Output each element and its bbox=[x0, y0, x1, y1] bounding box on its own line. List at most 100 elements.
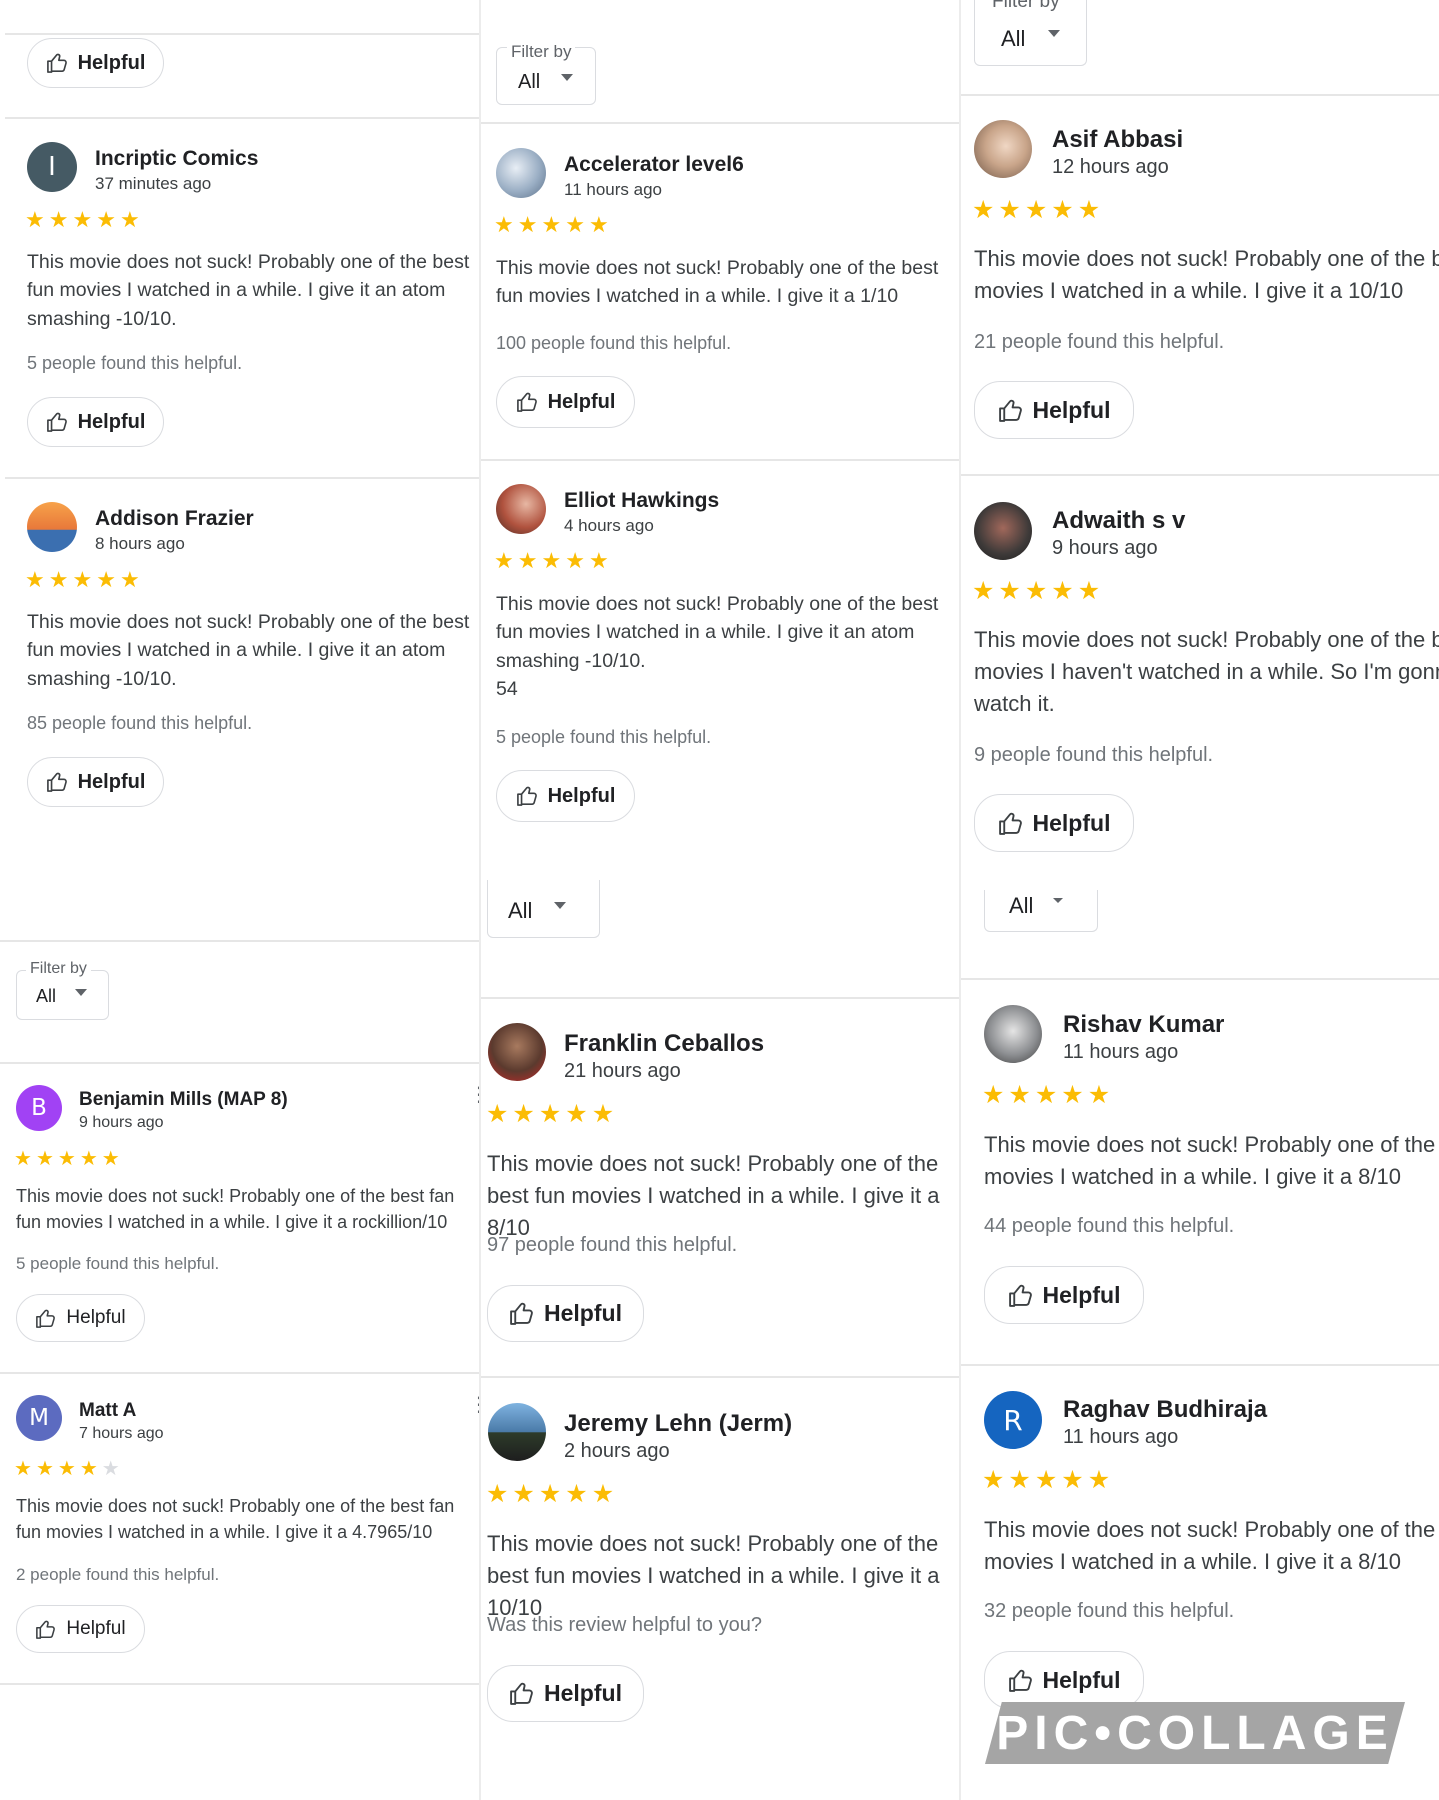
review-text: This movie does not suck! Probably one o… bbox=[27, 611, 470, 690]
star-rating: ★★★★★ bbox=[972, 576, 1105, 605]
reviewer-name: Benjamin Mills (MAP 8) bbox=[79, 1089, 288, 1110]
helpful-button[interactable]: Helpful bbox=[496, 770, 635, 822]
avatar bbox=[984, 1005, 1042, 1063]
thumbs-up-icon bbox=[998, 812, 1023, 835]
helpful-count: 21 people found this helpful. bbox=[974, 331, 1225, 353]
review-time: 8 hours ago bbox=[95, 534, 185, 553]
filter-dropdown[interactable]: All bbox=[487, 880, 600, 938]
divider bbox=[0, 1683, 480, 1685]
divider bbox=[0, 1062, 480, 1064]
reviewer-name: Asif Abbasi bbox=[1052, 126, 1184, 153]
chevron-down-icon bbox=[1053, 898, 1063, 903]
reviewer-name: Elliot Hawkings bbox=[564, 489, 720, 512]
chevron-down-icon bbox=[1048, 30, 1060, 37]
helpful-count: 5 people found this helpful. bbox=[16, 1254, 220, 1273]
review-time: 11 hours ago bbox=[564, 180, 662, 199]
collage-seam bbox=[959, 0, 961, 1800]
star-rating: ★★★★★ bbox=[25, 208, 144, 233]
review-time: 9 hours ago bbox=[1052, 537, 1158, 559]
reviewer-name: Jeremy Lehn (Jerm) bbox=[564, 1410, 793, 1437]
helpful-button[interactable]: Helpful bbox=[27, 397, 164, 447]
helpful-count: 2 people found this helpful. bbox=[16, 1565, 220, 1584]
helpful-button[interactable]: Helpful bbox=[974, 381, 1134, 439]
review-text: This movie does not suck! Probably one o… bbox=[487, 1151, 940, 1240]
star-rating: ★★★★★ bbox=[25, 568, 144, 593]
review-text: This movie does not suck! Probably one o… bbox=[984, 1132, 1436, 1189]
helpful-label: Helpful bbox=[1042, 1666, 1121, 1693]
helpful-count: 5 people found this helpful. bbox=[496, 727, 712, 747]
avatar bbox=[974, 120, 1032, 178]
review-text: This movie does not suck! Probably one o… bbox=[974, 246, 1439, 303]
review-time: 7 hours ago bbox=[79, 1425, 164, 1442]
avatar: R bbox=[984, 1391, 1042, 1449]
filter-label: Filter by bbox=[988, 0, 1064, 13]
review-text: This movie does not suck! Probably one o… bbox=[27, 251, 470, 330]
helpful-button[interactable]: Helpful bbox=[16, 1605, 145, 1653]
collage-tile-1: Helpful I Incriptic Comics 37 minutes ag… bbox=[0, 0, 480, 940]
helpful-count: 5 people found this helpful. bbox=[27, 353, 243, 373]
thumbs-up-icon bbox=[35, 1620, 56, 1639]
filter-value: All bbox=[508, 898, 533, 923]
reviewer-name: Matt A bbox=[79, 1400, 137, 1421]
review-time: 11 hours ago bbox=[1063, 1041, 1179, 1063]
avatar bbox=[27, 502, 77, 552]
thumbs-up-icon bbox=[509, 1302, 534, 1325]
helpful-label: Helpful bbox=[544, 1680, 622, 1706]
helpful-button[interactable]: Helpful bbox=[974, 794, 1134, 852]
reviewer-name: Incriptic Comics bbox=[95, 147, 259, 170]
avatar bbox=[496, 148, 546, 198]
divider bbox=[480, 997, 960, 999]
filter-value: All bbox=[518, 71, 541, 93]
helpful-button[interactable]: Helpful bbox=[27, 38, 164, 88]
helpful-label: Helpful bbox=[547, 784, 616, 807]
divider bbox=[960, 978, 1439, 980]
star-rating: ★★★★★ bbox=[494, 549, 613, 574]
review-time: 9 hours ago bbox=[79, 1114, 164, 1131]
filter-label: Filter by bbox=[26, 960, 91, 978]
helpful-button[interactable]: Helpful bbox=[984, 1266, 1144, 1324]
helpful-label: Helpful bbox=[1032, 396, 1111, 423]
divider bbox=[5, 117, 480, 119]
helpful-label: Helpful bbox=[547, 390, 616, 413]
chevron-down-icon bbox=[554, 902, 566, 909]
filter-value: All bbox=[1009, 893, 1034, 918]
filter-value: All bbox=[1001, 26, 1026, 51]
filter-dropdown[interactable]: All bbox=[984, 890, 1098, 932]
avatar: I bbox=[27, 142, 77, 192]
thumbs-up-icon bbox=[46, 53, 68, 73]
thumbs-up-icon bbox=[46, 412, 68, 432]
star-rating: ★★★★★ bbox=[14, 1146, 124, 1170]
helpful-button[interactable]: Helpful bbox=[984, 1651, 1144, 1709]
thumbs-up-icon bbox=[35, 1309, 56, 1328]
helpful-count: 100 people found this helpful. bbox=[496, 333, 732, 353]
reviewer-name: Rishav Kumar bbox=[1063, 1011, 1225, 1038]
helpful-button[interactable]: Helpful bbox=[487, 1665, 644, 1722]
reviewer-name: Raghav Budhiraja bbox=[1063, 1396, 1268, 1423]
collage-tile-4: All Filter by B ⋮ Benjamin Mills (MAP 8)… bbox=[0, 940, 480, 1800]
avatar: M bbox=[16, 1395, 62, 1441]
helpful-button[interactable]: Helpful bbox=[16, 1294, 145, 1342]
thumbs-up-icon bbox=[1008, 1669, 1033, 1692]
divider bbox=[5, 33, 480, 35]
filter-label: Filter by bbox=[507, 42, 576, 62]
star-rating: ★★★★★ bbox=[486, 1099, 619, 1128]
helpful-count: 97 people found this helpful. bbox=[487, 1234, 738, 1256]
thumbs-up-icon bbox=[509, 1682, 534, 1705]
helpful-label: Helpful bbox=[66, 1618, 126, 1639]
helpful-count: 9 people found this helpful. bbox=[974, 744, 1214, 766]
avatar bbox=[488, 1403, 546, 1461]
review-text: This movie does not suck! Probably one o… bbox=[16, 1186, 455, 1233]
helpful-button[interactable]: Helpful bbox=[496, 376, 635, 428]
helpful-button[interactable]: Helpful bbox=[27, 757, 164, 807]
helpful-prompt: Was this review helpful to you? bbox=[487, 1614, 762, 1636]
helpful-label: Helpful bbox=[77, 410, 146, 433]
helpful-label: Helpful bbox=[77, 51, 146, 74]
helpful-count: 85 people found this helpful. bbox=[27, 713, 253, 733]
divider bbox=[5, 477, 480, 479]
collage-seam bbox=[479, 0, 481, 1800]
star-rating: ★★★★★ bbox=[486, 1479, 619, 1508]
divider bbox=[480, 1376, 960, 1378]
helpful-button[interactable]: Helpful bbox=[487, 1285, 644, 1342]
chevron-down-icon bbox=[561, 74, 573, 81]
divider bbox=[0, 940, 480, 942]
